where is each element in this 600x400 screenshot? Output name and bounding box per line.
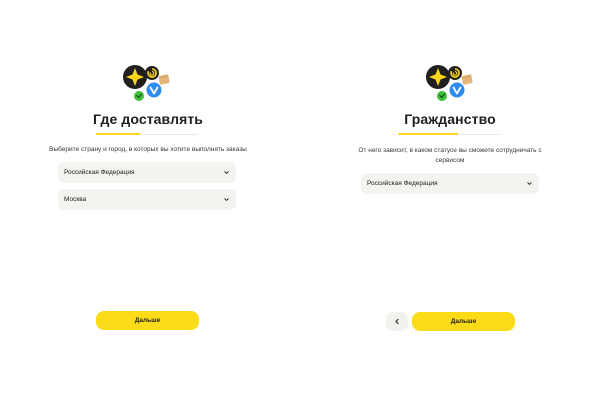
step-delivery-location: Где доставлять Выберите страну и город, …	[0, 0, 300, 400]
chevron-down-icon	[223, 169, 230, 176]
onboarding-stage: Где доставлять Выберите страну и город, …	[0, 0, 600, 400]
page-title: Где доставлять	[93, 111, 203, 127]
country-select-value: Российская Федерация	[64, 169, 135, 176]
yandex-services-logo-icon	[426, 65, 473, 101]
next-button[interactable]: Дальше	[412, 312, 515, 331]
title-divider-progress	[96, 133, 140, 135]
page-title: Гражданство	[404, 111, 496, 127]
chevron-down-icon	[526, 180, 533, 187]
city-select-value: Москва	[64, 196, 87, 203]
next-button[interactable]: Дальше	[96, 311, 199, 330]
back-button[interactable]	[386, 312, 408, 331]
page-subtitle: Выберите страну и город, в которых вы хо…	[49, 146, 247, 153]
chevron-down-icon	[223, 196, 230, 203]
chevron-left-icon	[394, 318, 400, 325]
step-citizenship: Гражданство От него зависит, в каком ста…	[300, 0, 600, 400]
yandex-services-logo-icon	[123, 65, 170, 101]
page-subtitle: От него зависит, в каком статусе вы смож…	[358, 147, 542, 164]
citizenship-select-value: Российская Федерация	[367, 180, 438, 187]
title-divider-progress	[398, 133, 458, 135]
citizenship-select[interactable]: Российская Федерация	[361, 173, 539, 194]
city-select[interactable]: Москва	[58, 189, 236, 210]
country-select[interactable]: Российская Федерация	[58, 162, 236, 183]
